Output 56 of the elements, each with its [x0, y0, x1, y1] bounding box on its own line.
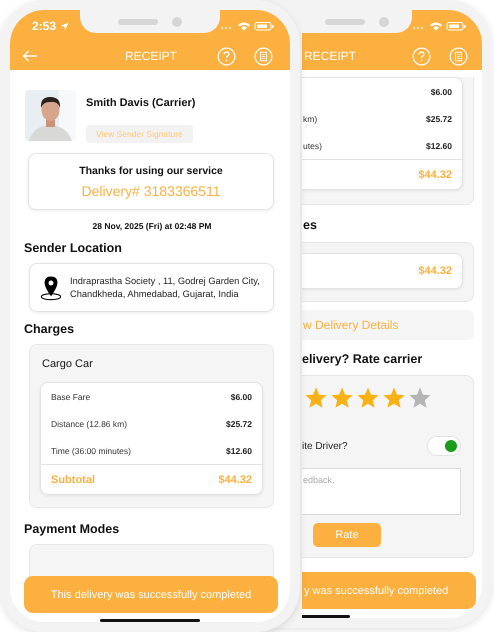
charge-amount: $25.72 — [226, 418, 252, 428]
view-details-button[interactable]: w Delivery Details — [302, 310, 474, 340]
charge-amount: $25.72 — [426, 114, 452, 124]
payment-amount: $44.32 — [418, 265, 452, 277]
speaker-icon — [118, 18, 158, 24]
star-icon — [304, 386, 328, 410]
feedback-field[interactable]: edback. — [302, 468, 461, 515]
star-icon — [408, 386, 432, 410]
charge-label: Base Fare — [51, 392, 90, 402]
address-text: Indraprastha Society , 11, Godrej Garden City, Chandkheda, Ahmedabad, Gujarat, India — [70, 274, 261, 300]
status-icons — [220, 21, 276, 31]
vehicle-type: Cargo Car — [41, 357, 94, 372]
charge-label: Time (36:00 minutes) — [51, 446, 131, 456]
charge-amount: $12.60 — [426, 140, 452, 150]
charge-label: utes) — [303, 140, 322, 150]
location-arrow-icon — [60, 22, 70, 30]
completion-banner: This delivery was successfully completed — [24, 576, 278, 613]
delivery-number: Delivery# 3183366511 — [81, 182, 221, 198]
section-heading: Charges — [24, 322, 76, 336]
favorite-toggle[interactable] — [427, 436, 461, 456]
help-icon[interactable] — [412, 46, 431, 66]
charge-amount: $12.60 — [226, 446, 252, 456]
view-signature-button[interactable]: View Sender Signature — [86, 125, 193, 143]
completion-banner: y was successfully completed — [302, 572, 476, 609]
subtotal-amount: $44.32 — [418, 168, 452, 180]
speaker-icon — [325, 18, 365, 24]
receipt-icon[interactable] — [449, 46, 468, 66]
screen-title: RECEIPT — [125, 49, 178, 63]
charge-amount: $6.00 — [230, 392, 252, 402]
receipt-icon[interactable] — [254, 46, 274, 66]
status-time: 2:53 — [32, 19, 56, 33]
camera-icon — [172, 16, 182, 26]
home-indicator — [302, 615, 350, 618]
screen-title: RECEIPT — [304, 49, 356, 63]
star-icon — [382, 386, 406, 410]
favorite-label: ite Driver? — [302, 440, 348, 452]
rate-button[interactable]: Rate — [313, 523, 381, 547]
subtotal-amount: $44.32 — [218, 474, 252, 486]
help-icon[interactable] — [217, 46, 236, 66]
carrier-name: Smith Davis (Carrier) — [86, 97, 196, 109]
section-heading: Payment Modes — [24, 522, 120, 536]
charge-amount: $6.00 — [430, 86, 452, 96]
charge-label: km) — [303, 114, 318, 124]
charge-label: Distance (12.86 km) — [51, 418, 128, 428]
section-heading: Sender Location — [24, 241, 123, 255]
thanks-message: Thanks for using our service — [79, 164, 223, 176]
location-pin-icon — [40, 274, 62, 300]
back-arrow-icon[interactable] — [22, 50, 38, 62]
status-icons — [412, 21, 468, 31]
star-icon — [330, 386, 354, 410]
section-heading: es — [303, 218, 318, 232]
star-icon — [356, 386, 380, 410]
camera-icon — [379, 16, 389, 26]
delivery-date: 28 Nov, 2025 (Fri) at 02:48 PM — [92, 221, 212, 231]
subtotal-label: Subtotal — [51, 474, 95, 486]
section-heading: elivery? Rate carrier — [302, 352, 424, 366]
